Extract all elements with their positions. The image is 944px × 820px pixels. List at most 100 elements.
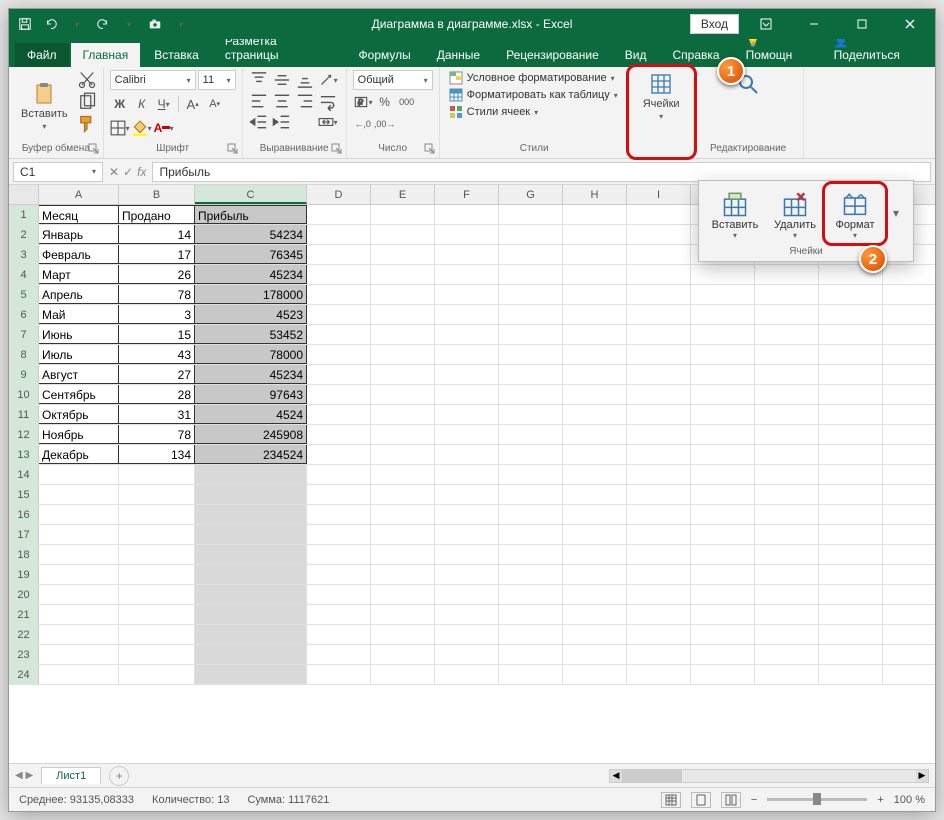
row-header[interactable]: 19 (9, 565, 39, 584)
cell[interactable] (627, 665, 691, 684)
cell[interactable] (119, 585, 195, 604)
accounting-format-icon[interactable]: ₽▾ (353, 92, 373, 112)
close-icon[interactable] (889, 9, 931, 39)
col-header[interactable]: I (627, 185, 691, 204)
cell[interactable] (195, 625, 307, 644)
maximize-icon[interactable] (841, 9, 883, 39)
cell[interactable] (819, 345, 883, 364)
tab-formulas[interactable]: Формулы (347, 43, 423, 67)
fill-color-button[interactable]: ▾ (132, 118, 152, 138)
cell[interactable] (755, 545, 819, 564)
dialog-launcher-icon[interactable] (88, 143, 100, 155)
undo-dropdown-icon[interactable]: ▾ (65, 12, 89, 36)
cell[interactable] (627, 345, 691, 364)
merge-center-icon[interactable]: ▾ (318, 112, 338, 132)
cell[interactable] (691, 405, 755, 424)
cell[interactable] (691, 445, 755, 464)
row-header[interactable]: 9 (9, 365, 39, 384)
accept-formula-icon[interactable]: ✓ (123, 165, 133, 179)
cell[interactable]: Февраль (39, 245, 119, 264)
cell[interactable] (627, 585, 691, 604)
cell[interactable] (195, 645, 307, 664)
cell[interactable] (499, 525, 563, 544)
cell[interactable] (563, 385, 627, 404)
cell[interactable]: 76345 (195, 245, 307, 264)
fx-icon[interactable]: fx (137, 165, 146, 179)
cell[interactable] (691, 605, 755, 624)
cell[interactable] (627, 645, 691, 664)
cell[interactable] (499, 245, 563, 264)
cell[interactable] (435, 565, 499, 584)
cell[interactable] (499, 325, 563, 344)
tab-review[interactable]: Рецензирование (494, 43, 611, 67)
decrease-decimal-icon[interactable]: ,00→ (375, 114, 395, 134)
cell[interactable] (627, 545, 691, 564)
cell[interactable] (371, 205, 435, 224)
cell[interactable]: 78000 (195, 345, 307, 364)
cell[interactable] (307, 425, 371, 444)
cell[interactable]: 54234 (195, 225, 307, 244)
cell[interactable] (819, 525, 883, 544)
cell[interactable] (691, 365, 755, 384)
cell[interactable] (435, 265, 499, 284)
cell[interactable] (119, 565, 195, 584)
font-color-button[interactable]: A▾ (154, 118, 174, 138)
cell[interactable]: 178000 (195, 285, 307, 304)
cell[interactable] (499, 225, 563, 244)
cell[interactable] (819, 405, 883, 424)
cell[interactable] (563, 585, 627, 604)
cell[interactable] (691, 325, 755, 344)
cell[interactable] (195, 565, 307, 584)
col-header[interactable]: B (119, 185, 195, 204)
cell[interactable] (691, 525, 755, 544)
popup-format-button[interactable]: Формат▾ (827, 187, 883, 242)
cell-styles-button[interactable]: Стили ячеек ▾ (446, 104, 623, 120)
cell[interactable] (371, 545, 435, 564)
cell[interactable] (435, 525, 499, 544)
cell[interactable] (563, 285, 627, 304)
cell[interactable] (39, 545, 119, 564)
cell[interactable] (307, 225, 371, 244)
cell[interactable] (755, 585, 819, 604)
cell[interactable] (307, 265, 371, 284)
cell[interactable] (371, 645, 435, 664)
cell[interactable] (563, 225, 627, 244)
cell[interactable] (627, 445, 691, 464)
cell[interactable]: 15 (119, 325, 195, 344)
cell[interactable] (371, 525, 435, 544)
cell[interactable] (563, 345, 627, 364)
row-header[interactable]: 6 (9, 305, 39, 324)
popup-insert-button[interactable]: Вставить▾ (707, 187, 763, 242)
cell[interactable] (371, 605, 435, 624)
cell[interactable] (563, 305, 627, 324)
cell[interactable] (627, 485, 691, 504)
cell[interactable] (119, 545, 195, 564)
cell[interactable] (755, 345, 819, 364)
cell[interactable] (39, 565, 119, 584)
cell[interactable]: Сентябрь (39, 385, 119, 404)
cell[interactable] (499, 365, 563, 384)
cell[interactable] (371, 305, 435, 324)
sheet-nav[interactable]: ◀ ▶ (15, 770, 33, 781)
cell[interactable] (371, 325, 435, 344)
cell[interactable] (627, 565, 691, 584)
cell[interactable] (371, 445, 435, 464)
cell[interactable] (435, 505, 499, 524)
dialog-launcher-icon[interactable] (331, 143, 343, 155)
cell[interactable] (307, 405, 371, 424)
cell[interactable] (563, 205, 627, 224)
cell[interactable] (563, 545, 627, 564)
cell[interactable]: 3 (119, 305, 195, 324)
cell[interactable] (435, 305, 499, 324)
col-header[interactable]: F (435, 185, 499, 204)
cell[interactable] (435, 485, 499, 504)
cell[interactable] (435, 585, 499, 604)
increase-font-icon[interactable]: A▴ (183, 94, 203, 114)
cell[interactable] (819, 605, 883, 624)
col-header[interactable]: D (307, 185, 371, 204)
cell[interactable]: Август (39, 365, 119, 384)
cell[interactable] (307, 625, 371, 644)
cell[interactable] (195, 605, 307, 624)
cell[interactable]: Ноябрь (39, 425, 119, 444)
cell[interactable] (627, 265, 691, 284)
